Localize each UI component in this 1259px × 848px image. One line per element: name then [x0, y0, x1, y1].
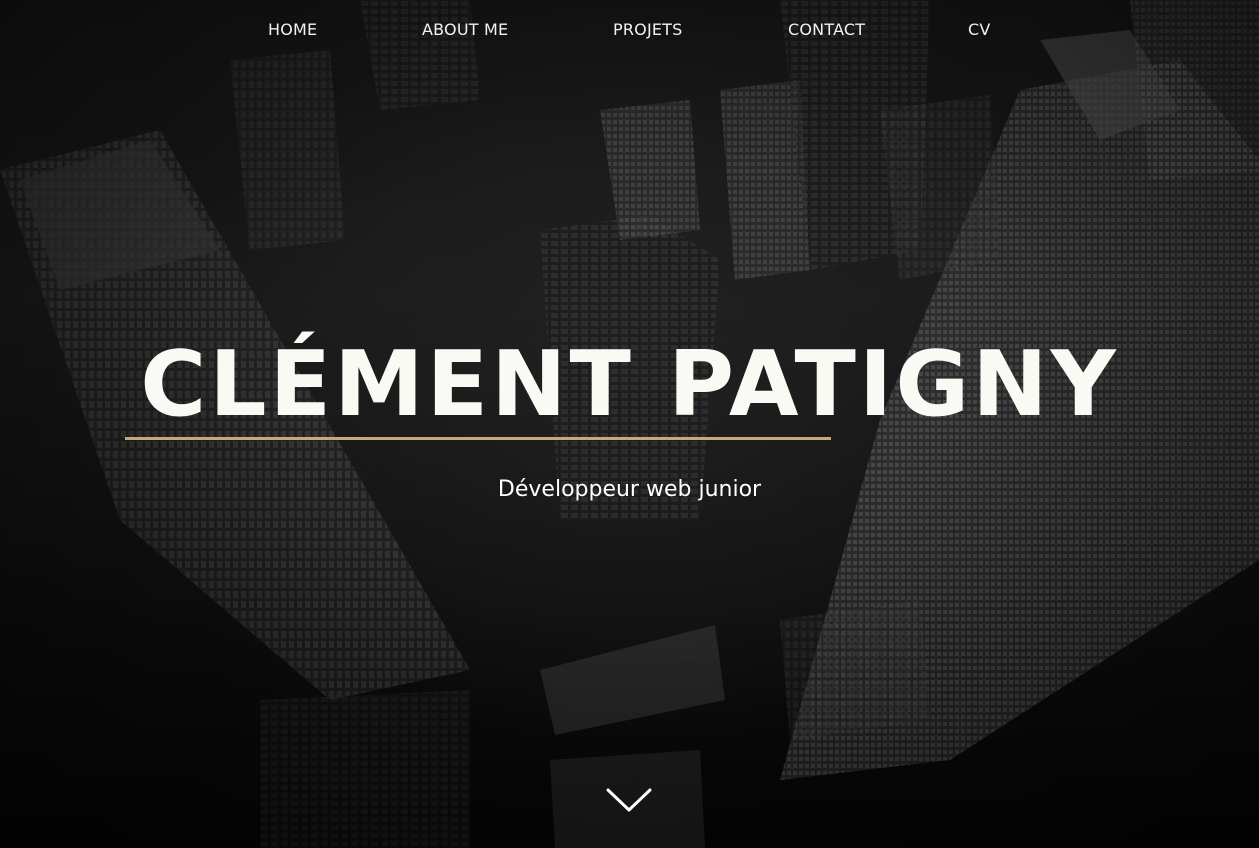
- hero-title: CLÉMENT PATIGNY: [140, 332, 1119, 437]
- scroll-down-button[interactable]: [604, 782, 654, 816]
- hero-subtitle: Développeur web junior: [497, 477, 762, 502]
- nav-link-contact[interactable]: CONTACT: [788, 20, 865, 39]
- chevron-down-icon: [606, 788, 652, 812]
- nav-link-projets[interactable]: PROJETS: [613, 20, 683, 39]
- top-navigation: HOME ABOUT ME PROJETS CONTACT CV: [0, 20, 1259, 44]
- hero-section: HOME ABOUT ME PROJETS CONTACT CV CLÉMENT…: [0, 0, 1259, 848]
- title-underline: [125, 437, 831, 440]
- nav-link-about-me[interactable]: ABOUT ME: [422, 20, 508, 39]
- nav-link-home[interactable]: HOME: [268, 20, 317, 39]
- nav-link-cv[interactable]: CV: [968, 20, 991, 39]
